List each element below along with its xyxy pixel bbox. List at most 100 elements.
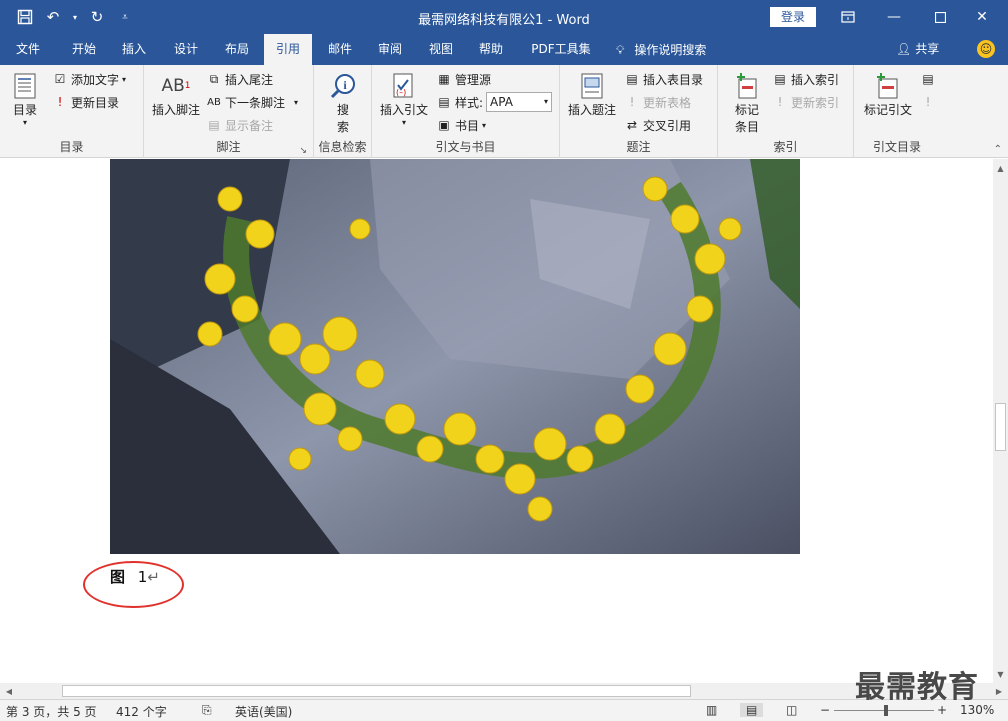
manage-sources-button[interactable]: ▦ 管理源 xyxy=(436,69,491,89)
ribbon-tabs: 文件 开始 插入 设计 布局 引用 邮件 审阅 视图 帮助 PDF工具集 💡︎ … xyxy=(0,34,1008,65)
feedback-smiley-icon[interactable]: ☺ xyxy=(977,40,995,58)
toc-button[interactable]: 目录 ▾ xyxy=(10,71,40,127)
insert-index-label: 插入索引 xyxy=(791,72,840,87)
tell-me-search[interactable]: 💡︎ 操作说明搜索 xyxy=(616,34,706,65)
close-icon[interactable]: ✕ xyxy=(962,4,1002,30)
update-toa-icon: ! xyxy=(925,95,931,109)
group-label-footnotes: 脚注 xyxy=(216,140,241,154)
dialog-launcher-icon[interactable]: ↘ xyxy=(299,146,307,156)
add-text-label: 添加文字 xyxy=(71,72,120,87)
group-toc: 目录 ▾ ☑ 添加文字 ▾ ! 更新目录 目录 xyxy=(0,65,144,158)
toc-icon xyxy=(10,71,40,101)
tab-references[interactable]: 引用 xyxy=(264,34,312,65)
cross-reference-button[interactable]: ⇄ 交叉引用 xyxy=(624,115,691,135)
horizontal-scroll-thumb[interactable] xyxy=(62,685,691,697)
tab-review[interactable]: 审阅 xyxy=(368,34,412,65)
tab-mailings[interactable]: 邮件 xyxy=(318,34,362,65)
collapse-ribbon-icon[interactable]: ⌃ xyxy=(994,144,1002,155)
tab-design[interactable]: 设计 xyxy=(164,34,208,65)
mark-entry-label-1: 标记 xyxy=(734,103,759,117)
person-icon: 👤︎ xyxy=(896,42,912,56)
group-toa: 标记引文 ▤ ! 引文目录 xyxy=(854,65,940,158)
scroll-right-icon[interactable]: ▶ xyxy=(992,683,1006,699)
tab-view[interactable]: 视图 xyxy=(419,34,463,65)
search-label-1: 搜 xyxy=(336,103,349,117)
insert-footnote-label: 插入脚注 xyxy=(152,103,201,117)
insert-citation-label: 插入引文 xyxy=(380,103,429,117)
style-icon: ▤ xyxy=(438,95,450,109)
tab-help[interactable]: 帮助 xyxy=(469,34,513,65)
proofing-icon[interactable]: ⎘ xyxy=(202,703,212,718)
group-label-captions: 题注 xyxy=(626,140,651,154)
word-count[interactable]: 412 个字 xyxy=(116,703,167,720)
minimize-icon[interactable]: — xyxy=(874,4,914,30)
search-button[interactable]: i 搜 索 xyxy=(328,71,358,135)
insert-table-of-figures-button[interactable]: ▤ 插入表目录 xyxy=(624,69,703,89)
next-footnote-button[interactable]: AB 下一条脚注 ▾ xyxy=(206,92,298,112)
show-notes-button[interactable]: ▤ 显示备注 xyxy=(206,115,273,135)
scroll-left-icon[interactable]: ◀ xyxy=(2,683,16,699)
print-layout-icon[interactable]: ▤ xyxy=(740,703,764,717)
insert-caption-button[interactable]: 插入题注 xyxy=(568,71,616,118)
chevron-down-icon: ▾ xyxy=(294,97,299,107)
show-notes-label: 显示备注 xyxy=(225,118,274,133)
style-dropdown[interactable]: APA ▾ xyxy=(486,92,553,112)
update-toc-label: 更新目录 xyxy=(71,95,120,110)
zoom-slider-thumb[interactable] xyxy=(884,705,888,716)
insert-footnote-button[interactable]: AB 1 插入脚注 xyxy=(152,71,200,118)
update-toc-button[interactable]: ! 更新目录 xyxy=(52,92,119,112)
vertical-scrollbar[interactable]: ▲ ▼ xyxy=(993,159,1008,683)
update-index-button[interactable]: ! 更新索引 xyxy=(772,92,839,112)
ribbon-display-options-icon[interactable] xyxy=(828,4,868,30)
insert-table-of-figures-label: 插入表目录 xyxy=(643,72,704,87)
group-label-toc: 目录 xyxy=(59,140,84,154)
table-of-figures-icon: ▤ xyxy=(626,72,638,86)
page-count[interactable]: 第 3 页，共 5 页 xyxy=(6,703,97,720)
footnote-icon: AB 1 xyxy=(161,76,191,96)
tab-pdf-tools[interactable]: PDF工具集 xyxy=(526,34,596,65)
share-button[interactable]: 👤︎ 共享 xyxy=(896,34,939,65)
vertical-scroll-thumb[interactable] xyxy=(995,403,1006,451)
add-text-button[interactable]: ☑ 添加文字 ▾ xyxy=(52,69,126,89)
insert-citation-button[interactable]: (–) 插入引文 ▾ xyxy=(380,71,428,127)
update-index-icon: ! xyxy=(777,95,783,109)
bibliography-button[interactable]: ▣ 书目 ▾ xyxy=(436,115,486,135)
group-label-toa: 引文目录 xyxy=(872,140,921,154)
group-footnotes: AB 1 插入脚注 ⧉ 插入尾注 AB 下一条脚注 ▾ ▤ 显示备注 脚注 ↘ xyxy=(144,65,314,158)
search-label-2: 索 xyxy=(336,120,349,134)
zoom-out-icon[interactable]: − xyxy=(820,703,830,717)
bibliography-icon: ▣ xyxy=(438,118,450,132)
tab-file[interactable]: 文件 xyxy=(6,34,50,65)
tab-layout[interactable]: 布局 xyxy=(215,34,259,65)
maximize-icon[interactable] xyxy=(920,4,960,30)
login-button[interactable]: 登录 xyxy=(770,7,816,27)
mark-entry-button[interactable]: 标记 条目 xyxy=(732,71,762,135)
cross-reference-icon: ⇄ xyxy=(626,118,638,132)
chevron-down-icon: ▾ xyxy=(402,118,407,127)
show-notes-icon: ▤ xyxy=(208,118,220,132)
insert-endnote-button[interactable]: ⧉ 插入尾注 xyxy=(206,69,273,89)
share-label: 共享 xyxy=(915,42,940,56)
web-layout-icon[interactable]: ◫ xyxy=(786,703,797,717)
chevron-down-icon: ▾ xyxy=(544,97,549,106)
insert-toa-button[interactable]: ▤ xyxy=(920,69,936,89)
title-bar: ↶ ▾ ↻ ⩡ 最需网络科技有限公1 - Word 登录 — ✕ xyxy=(0,0,1008,34)
document-canvas[interactable]: 图 1↵ xyxy=(0,159,993,683)
watermark: 最需教育 xyxy=(855,670,979,705)
insert-index-button[interactable]: ▤ 插入索引 xyxy=(772,69,839,89)
mark-citation-button[interactable]: 标记引文 xyxy=(864,71,912,118)
scroll-up-icon[interactable]: ▲ xyxy=(993,161,1008,175)
update-table-button[interactable]: ! 更新表格 xyxy=(624,92,691,112)
scroll-down-icon[interactable]: ▼ xyxy=(993,667,1008,681)
tab-insert[interactable]: 插入 xyxy=(112,34,156,65)
update-table-label: 更新表格 xyxy=(643,95,692,110)
flower-wreath-image[interactable] xyxy=(110,159,800,554)
read-mode-icon[interactable]: ▥ xyxy=(706,703,717,717)
next-footnote-icon: AB xyxy=(207,96,221,108)
tab-home[interactable]: 开始 xyxy=(60,34,108,65)
language[interactable]: 英语(美国) xyxy=(235,703,292,720)
update-toa-button[interactable]: ! xyxy=(920,92,936,112)
style-selector: ▤ 样式: APA ▾ xyxy=(436,92,553,112)
citation-icon: (–) xyxy=(389,71,419,101)
chevron-down-icon: ▾ xyxy=(482,120,487,130)
